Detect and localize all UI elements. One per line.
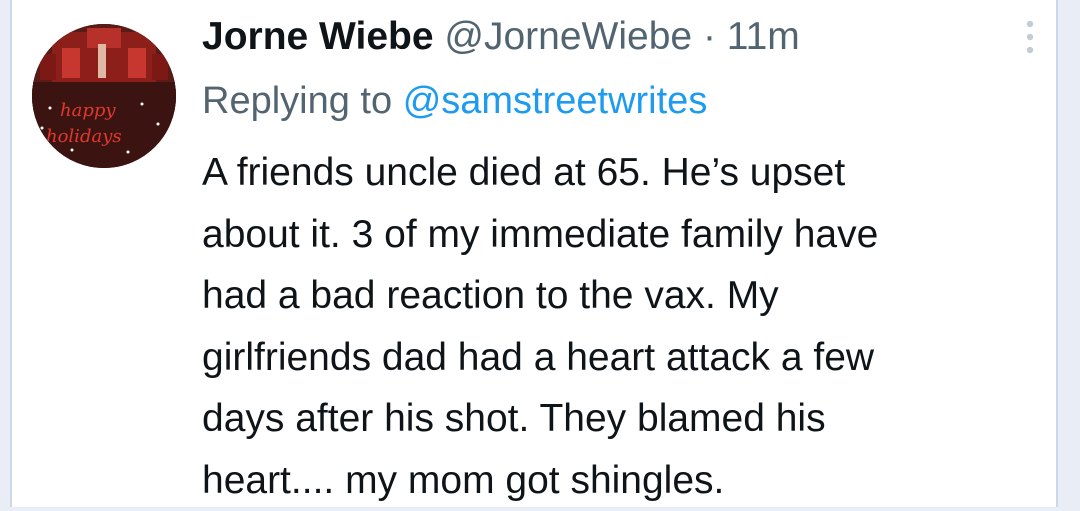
- tweet-text-line: days after his shot. They blamed his: [202, 388, 1052, 450]
- tweet-card[interactable]: happy holidays Jorne Wiebe @JorneWiebe ·…: [10, 0, 1058, 507]
- author-handle[interactable]: @JorneWiebe: [444, 15, 692, 58]
- svg-text:holidays: holidays: [46, 126, 122, 147]
- author-name[interactable]: Jorne Wiebe: [202, 15, 434, 58]
- svg-text:happy: happy: [60, 100, 116, 121]
- tweet-text-line: A friends uncle died at 65. He’s upset: [202, 142, 1052, 204]
- more-options-button[interactable]: [1020, 18, 1040, 58]
- avatar-image-icon: happy holidays: [32, 24, 176, 168]
- tweet-text: A friends uncle died at 65. He’s upset a…: [202, 142, 1052, 511]
- reply-context: Replying to @samstreetwrites: [202, 78, 707, 124]
- tweet-header: Jorne Wiebe @JorneWiebe · 11m: [202, 14, 800, 60]
- reply-mention-link[interactable]: @samstreetwrites: [403, 80, 708, 122]
- separator-dot: ·: [703, 15, 716, 58]
- tweet-text-line: about it. 3 of my immediate family have: [202, 204, 1052, 266]
- vertical-dots-icon: [1020, 18, 1040, 58]
- avatar[interactable]: happy holidays: [32, 24, 176, 168]
- tweet-text-line: had a bad reaction to the vax. My: [202, 265, 1052, 327]
- tweet-text-line: girlfriends dad had a heart attack a few: [202, 327, 1052, 389]
- reply-prefix: Replying to: [202, 80, 392, 122]
- tweet-text-line: heart.... my mom got shingles.: [202, 450, 1052, 511]
- timestamp[interactable]: 11m: [727, 15, 800, 58]
